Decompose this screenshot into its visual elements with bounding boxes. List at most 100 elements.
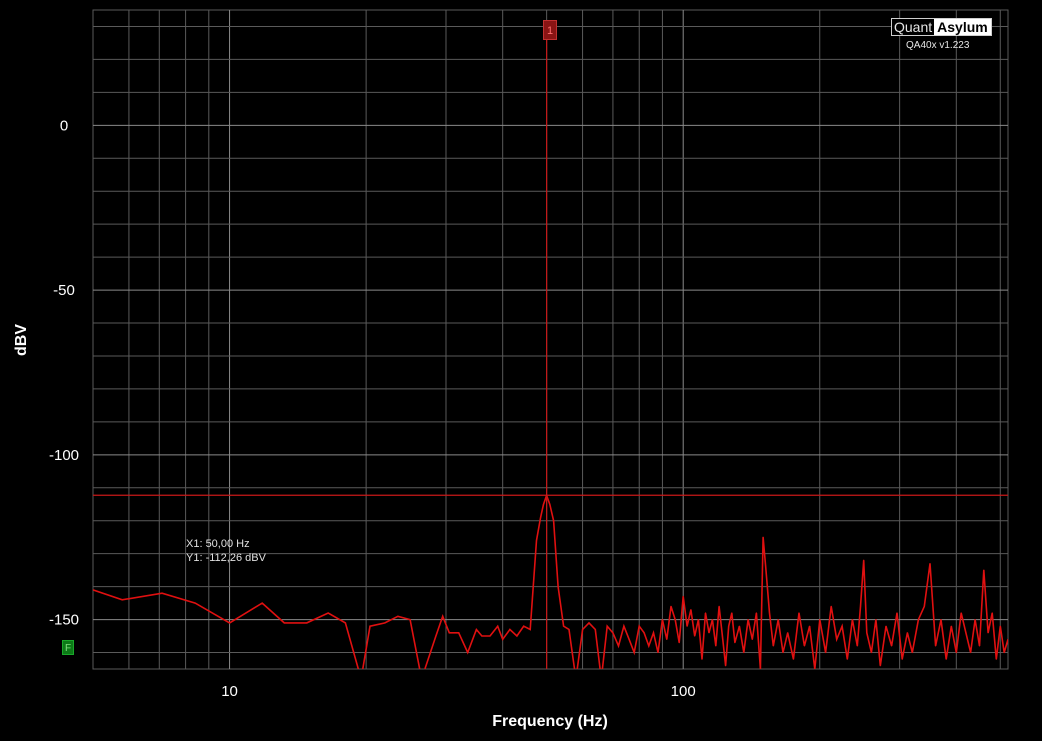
data-point	[841, 625, 843, 627]
data-point	[678, 642, 680, 644]
data-point	[261, 602, 263, 604]
data-point	[940, 618, 942, 621]
data-point	[765, 566, 767, 568]
data-point	[523, 625, 525, 627]
data-point	[906, 632, 908, 634]
data-point	[643, 632, 645, 634]
data-point	[995, 658, 997, 660]
data-point	[617, 645, 620, 647]
y-tick-label: -150	[49, 612, 79, 629]
data-point	[983, 569, 985, 571]
data-point	[361, 678, 362, 679]
data-point	[718, 605, 720, 607]
data-point	[777, 618, 779, 621]
data-point	[686, 625, 688, 627]
grid	[92, 9, 1009, 670]
data-point	[1003, 651, 1005, 654]
data-point	[553, 520, 555, 522]
data-point	[442, 615, 444, 617]
data-point	[481, 635, 483, 637]
spectrum-chart[interactable]: 0 -50 -100 -150 10 100 Frequency (Hz) dBV	[0, 0, 1042, 741]
data-point	[969, 651, 972, 654]
data-point	[535, 539, 538, 542]
cursor-y-readout: Y1: -112,26 dBV	[186, 552, 266, 564]
data-point	[601, 678, 602, 679]
data-point	[901, 658, 903, 660]
data-point	[738, 625, 740, 627]
quantasylum-logo: Quant Asylum	[891, 18, 992, 36]
f-badge[interactable]: F	[62, 640, 74, 655]
data-point	[755, 612, 757, 614]
data-point	[978, 645, 981, 647]
data-point	[960, 612, 962, 614]
data-point	[923, 605, 925, 607]
data-point	[661, 618, 664, 621]
data-point	[866, 632, 868, 634]
data-point	[870, 651, 873, 654]
data-point	[859, 605, 862, 607]
data-point	[194, 602, 196, 604]
x-tick-label: 10	[221, 683, 238, 700]
data-point	[633, 651, 635, 654]
cursor-layer[interactable]	[93, 40, 1008, 669]
data-point	[588, 622, 590, 624]
x-axis-title: Frequency (Hz)	[492, 713, 608, 730]
data-point	[542, 503, 545, 505]
data-point	[934, 645, 937, 647]
data-point	[721, 635, 723, 637]
data-point	[896, 612, 898, 614]
y-tick-label: -100	[49, 447, 79, 464]
data-point	[929, 562, 931, 565]
data-point	[724, 665, 727, 667]
data-point	[792, 658, 795, 660]
data-point	[955, 651, 957, 654]
marker-1-flag[interactable]: 1	[543, 20, 557, 40]
data-point	[715, 645, 717, 647]
data-point	[594, 628, 596, 631]
data-point	[782, 651, 784, 654]
logo-asylum-text: Asylum	[934, 19, 991, 35]
cursor-x-readout: X1: 50,00 Hz	[186, 538, 250, 550]
data-point	[657, 651, 659, 654]
data-point	[690, 609, 692, 611]
data-point	[694, 635, 696, 637]
data-point	[509, 628, 511, 631]
data-point	[516, 635, 518, 637]
data-point	[879, 665, 881, 667]
data-point	[768, 612, 771, 614]
data-point	[731, 612, 733, 614]
data-point	[830, 605, 832, 607]
y-tick-label: -50	[53, 282, 75, 299]
data-point	[809, 625, 811, 627]
data-point	[846, 658, 848, 660]
data-point	[945, 658, 947, 660]
x-tick-label: 100	[671, 683, 696, 700]
data-point	[670, 605, 672, 607]
plot-border	[92, 9, 1009, 670]
data-point	[612, 632, 614, 634]
data-point	[435, 635, 437, 637]
data-point	[409, 618, 411, 621]
data-point	[856, 645, 858, 647]
data-point	[568, 628, 570, 631]
data-point	[369, 625, 371, 627]
version-label: QA40x v1.223	[906, 40, 970, 51]
data-point	[987, 632, 989, 634]
y-axis-title: dBV	[13, 324, 30, 356]
data-point	[475, 628, 477, 631]
cursor-readout: X1: 50,00 Hz Y1: -112,26 dBV	[186, 537, 266, 565]
data-point	[458, 632, 460, 634]
data-point	[824, 651, 827, 654]
data-point	[701, 658, 703, 660]
data-point	[787, 632, 789, 634]
data-point	[704, 612, 707, 614]
data-point	[397, 615, 399, 617]
data-point	[863, 559, 865, 561]
data-point	[875, 618, 877, 621]
series-trace-line	[93, 493, 1008, 669]
data-point	[772, 645, 774, 647]
data-point	[798, 612, 800, 614]
data-point	[674, 618, 676, 621]
data-point	[306, 622, 308, 624]
data-point	[890, 645, 893, 647]
